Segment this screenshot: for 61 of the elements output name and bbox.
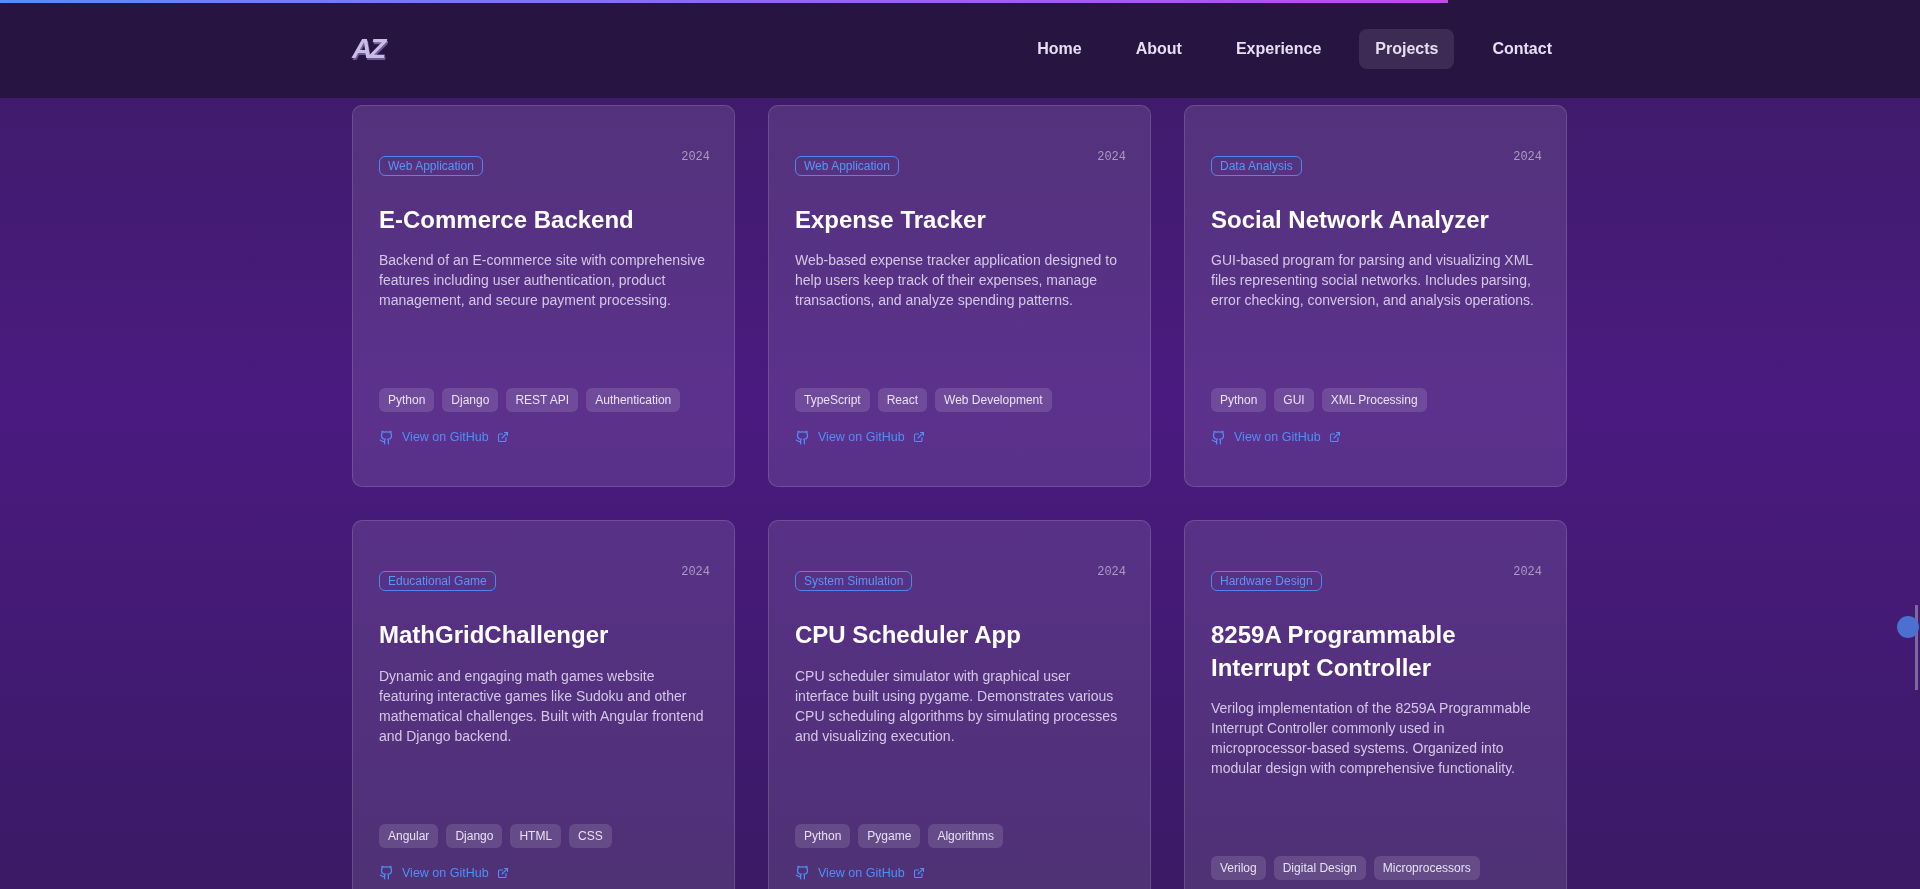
tech-tag: CSS	[569, 823, 612, 848]
external-link-icon	[1328, 431, 1341, 444]
project-title: E-Commerce Backend	[379, 205, 635, 235]
category-badge: Hardware Design	[1211, 571, 1322, 592]
github-icon	[795, 865, 810, 881]
tech-tag: GUI	[1274, 388, 1314, 413]
project-description: GUI-based program for parsing and visualizing XML files representing social networks. Includes parsing, error checking, conversion, and analysis operations.	[1211, 251, 1535, 311]
tech-tag: REST API	[506, 388, 579, 413]
tech-tag: Django	[446, 823, 503, 848]
project-description: Verilog implementation of the 8259A Programmable Interrupt Controller commonly used in microprocessor-based systems. Organized into modular design with comprehensive functionality.	[1211, 699, 1532, 779]
github-icon	[795, 429, 810, 445]
scroll-indicator-dot[interactable]	[1897, 616, 1919, 638]
project-year: 2024	[1513, 565, 1542, 580]
tech-tag: Pygame	[858, 823, 921, 848]
external-link-icon	[496, 431, 509, 444]
nav-link[interactable]: Home	[1021, 29, 1098, 69]
category-badge: Web Application	[795, 156, 899, 176]
project-year: 2024	[681, 565, 710, 580]
category-badge: Web Application	[379, 156, 483, 176]
nav-link[interactable]: Experience	[1219, 29, 1338, 69]
tech-tag: Algorithms	[928, 823, 1004, 848]
tech-tag: Python	[1211, 388, 1267, 413]
category-badge: Educational Game	[379, 571, 496, 592]
nav-link[interactable]: Contact	[1476, 29, 1568, 69]
github-icon	[1211, 429, 1226, 445]
logo[interactable]: AZ	[352, 33, 384, 65]
nav-link[interactable]: Projects	[1359, 29, 1455, 69]
project-title: MathGridChallenger	[379, 620, 610, 651]
tech-tag: Web Development	[935, 388, 1052, 413]
project-title: CPU Scheduler App	[795, 620, 1022, 651]
project-description: Backend of an E-commerce site with comprehensive features including user authentication, product management, and secure payment processing.	[379, 251, 707, 311]
tech-tag: Python	[795, 823, 851, 848]
tech-tag: HTML	[510, 823, 562, 848]
category-badge: System Simulation	[795, 571, 913, 592]
project-description: Web-based expense tracker application designed to help users keep track of their expenses, manage transactions, and analyze spending patterns.	[795, 251, 1118, 311]
external-link-icon	[912, 431, 925, 444]
tech-tag: Verilog	[1211, 856, 1266, 881]
tech-tag: TypeScript	[795, 388, 870, 413]
project-title: 8259A Programmable Interrupt Controller	[1211, 620, 1457, 683]
tech-tag: Digital Design	[1273, 856, 1366, 881]
nav-link[interactable]: About	[1119, 29, 1198, 69]
tech-tag: Django	[442, 388, 499, 413]
external-link-icon	[912, 866, 925, 879]
external-link-icon	[496, 866, 509, 879]
project-year: 2024	[1097, 150, 1126, 164]
project-description: Dynamic and engaging math games website featuring interactive games like Sudoku and other mathematical challenges. Built with Angular frontend and Django backend.	[379, 666, 705, 746]
tech-tag: Microprocessors	[1373, 856, 1480, 881]
project-year: 2024	[1097, 565, 1126, 580]
tech-tag: Authentication	[586, 388, 681, 413]
tech-tag: Angular	[379, 823, 439, 848]
github-icon	[379, 865, 394, 881]
github-icon	[379, 429, 394, 445]
tech-tag: Python	[379, 388, 435, 413]
category-badge: Data Analysis	[1211, 156, 1302, 176]
tech-tag: XML Processing	[1321, 388, 1427, 413]
project-year: 2024	[681, 150, 710, 164]
project-title: Social Network Analyzer	[1211, 205, 1490, 235]
tech-tag: React	[877, 388, 928, 413]
project-year: 2024	[1513, 150, 1542, 164]
project-description: CPU scheduler simulator with graphical user interface built using pygame. Demonstrates various CPU scheduling algorithms by simulating processes and visualizing execution.	[795, 666, 1119, 746]
project-title: Expense Tracker	[795, 205, 987, 235]
